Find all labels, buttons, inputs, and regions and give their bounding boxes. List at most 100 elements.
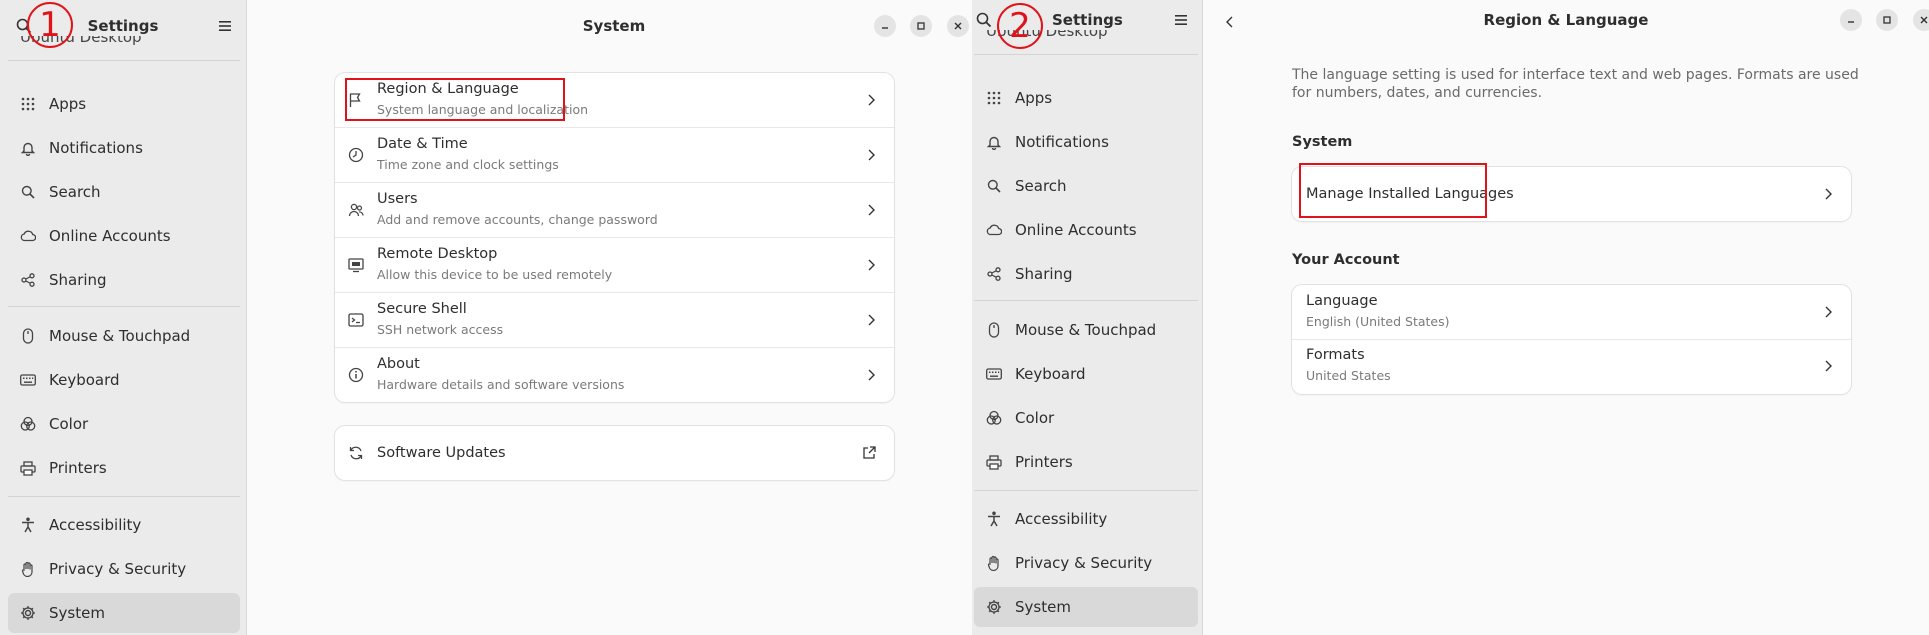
sidebar-item-notifications[interactable]: Notifications bbox=[974, 122, 1198, 162]
printer-icon bbox=[986, 454, 1002, 470]
maximize-button[interactable] bbox=[1876, 9, 1898, 31]
step-badge-1: 1 bbox=[27, 2, 73, 48]
sidebar-item-printers[interactable]: Printers bbox=[8, 448, 240, 488]
sidebar: Settings Ubuntu Desktop Apps Notificatio… bbox=[972, 0, 1203, 635]
sidebar-item-label: System bbox=[49, 604, 105, 622]
apps-grid-icon bbox=[20, 96, 36, 112]
divider bbox=[8, 60, 240, 61]
row-users[interactable]: Users Add and remove accounts, change pa… bbox=[335, 183, 894, 238]
sidebar-item-system[interactable]: System bbox=[974, 587, 1198, 627]
sidebar-item-sharing[interactable]: Sharing bbox=[8, 260, 240, 300]
your-account-card: Language English (United States) Formats… bbox=[1292, 285, 1851, 394]
chevron-right-icon bbox=[1823, 187, 1833, 201]
sidebar-item-search[interactable]: Search bbox=[8, 172, 240, 212]
search-icon bbox=[20, 184, 36, 200]
sidebar-item-label: Mouse & Touchpad bbox=[49, 327, 191, 345]
row-subtitle: Allow this device to be used remotely bbox=[377, 267, 613, 282]
sidebar-item-mouse-touchpad[interactable]: Mouse & Touchpad bbox=[974, 310, 1198, 350]
hamburger-menu-icon[interactable] bbox=[1174, 13, 1188, 27]
close-button[interactable] bbox=[1913, 9, 1929, 31]
divider bbox=[974, 54, 1198, 55]
sidebar-item-privacy-security[interactable]: Privacy & Security bbox=[8, 549, 240, 589]
keyboard-icon bbox=[20, 372, 36, 388]
sidebar-item-sharing[interactable]: Sharing bbox=[974, 254, 1198, 294]
chevron-right-icon bbox=[866, 368, 876, 382]
row-language[interactable]: Language English (United States) bbox=[1292, 285, 1851, 340]
section-label-your-account: Your Account bbox=[1292, 252, 1400, 268]
sidebar-item-label: Color bbox=[49, 415, 89, 433]
sidebar-item-system[interactable]: System bbox=[8, 593, 240, 633]
sidebar-item-keyboard[interactable]: Keyboard bbox=[974, 354, 1198, 394]
minimize-button[interactable] bbox=[874, 15, 896, 37]
row-about[interactable]: About Hardware details and software vers… bbox=[335, 348, 894, 403]
hand-icon bbox=[20, 561, 36, 577]
sidebar-item-label: Privacy & Security bbox=[1015, 554, 1153, 572]
row-formats[interactable]: Formats United States bbox=[1292, 339, 1851, 394]
step1-settings-window: Settings Ubuntu Desktop Apps Notificatio… bbox=[0, 0, 972, 635]
sidebar-item-label: Mouse & Touchpad bbox=[1015, 321, 1157, 339]
page-title: Region & Language bbox=[1483, 11, 1649, 29]
sidebar-item-keyboard[interactable]: Keyboard bbox=[8, 360, 240, 400]
sidebar-item-accessibility[interactable]: Accessibility bbox=[974, 499, 1198, 539]
sidebar-item-search[interactable]: Search bbox=[974, 166, 1198, 206]
section-label-system: System bbox=[1292, 134, 1353, 150]
software-updates-card: Software Updates bbox=[335, 426, 894, 480]
sidebar-item-label: Privacy & Security bbox=[49, 560, 187, 578]
hand-icon bbox=[986, 555, 1002, 571]
sidebar-item-label: Color bbox=[1015, 409, 1055, 427]
sidebar-item-apps[interactable]: Apps bbox=[974, 78, 1198, 118]
sidebar-item-mouse-touchpad[interactable]: Mouse & Touchpad bbox=[8, 316, 240, 356]
sidebar-title: Settings bbox=[1052, 11, 1123, 29]
sidebar-item-accessibility[interactable]: Accessibility bbox=[8, 505, 240, 545]
cloud-icon bbox=[986, 222, 1002, 238]
step2-settings-window: Settings Ubuntu Desktop Apps Notificatio… bbox=[972, 0, 1929, 635]
gear-icon bbox=[20, 605, 36, 621]
gear-icon bbox=[986, 599, 1002, 615]
row-title: Date & Time bbox=[377, 136, 468, 152]
sidebar-item-online-accounts[interactable]: Online Accounts bbox=[974, 210, 1198, 250]
accessibility-icon bbox=[20, 517, 36, 533]
chevron-right-icon bbox=[866, 313, 876, 327]
maximize-button[interactable] bbox=[910, 15, 932, 37]
row-title: Remote Desktop bbox=[377, 246, 498, 262]
row-remote-desktop[interactable]: Remote Desktop Allow this device to be u… bbox=[335, 238, 894, 293]
accessibility-icon bbox=[986, 511, 1002, 527]
sidebar-item-label: Online Accounts bbox=[49, 227, 171, 245]
minimize-button[interactable] bbox=[1840, 9, 1862, 31]
sidebar-item-privacy-security[interactable]: Privacy & Security bbox=[974, 543, 1198, 583]
sidebar-item-label: Search bbox=[49, 183, 101, 201]
sidebar-item-online-accounts[interactable]: Online Accounts bbox=[8, 216, 240, 256]
sidebar-item-label: Accessibility bbox=[1015, 510, 1108, 528]
printer-icon bbox=[20, 460, 36, 476]
keyboard-icon bbox=[986, 366, 1002, 382]
row-software-updates[interactable]: Software Updates bbox=[335, 426, 894, 480]
hamburger-menu-icon[interactable] bbox=[218, 19, 232, 33]
highlight-box-manage-installed-languages bbox=[1299, 163, 1487, 218]
sidebar-item-color[interactable]: Color bbox=[974, 398, 1198, 438]
clock-icon bbox=[348, 147, 364, 163]
terminal-icon bbox=[348, 312, 364, 328]
sidebar-item-label: Accessibility bbox=[49, 516, 142, 534]
row-date-time[interactable]: Date & Time Time zone and clock settings bbox=[335, 128, 894, 183]
row-subtitle: United States bbox=[1306, 368, 1391, 383]
users-icon bbox=[348, 202, 364, 218]
share-icon bbox=[20, 272, 36, 288]
color-icon bbox=[986, 410, 1002, 426]
sidebar-item-label: Printers bbox=[1015, 453, 1073, 471]
sidebar-item-label: Notifications bbox=[49, 139, 143, 157]
close-button[interactable] bbox=[947, 15, 969, 37]
row-title: Language bbox=[1306, 293, 1378, 309]
remote-desktop-icon bbox=[348, 257, 364, 273]
mouse-icon bbox=[20, 328, 36, 344]
sidebar-item-color[interactable]: Color bbox=[8, 404, 240, 444]
sidebar-item-apps[interactable]: Apps bbox=[8, 84, 240, 124]
search-icon[interactable] bbox=[976, 12, 992, 28]
row-title: Formats bbox=[1306, 347, 1365, 363]
row-secure-shell[interactable]: Secure Shell SSH network access bbox=[335, 293, 894, 348]
row-subtitle: Hardware details and software versions bbox=[377, 377, 625, 392]
sidebar-item-notifications[interactable]: Notifications bbox=[8, 128, 240, 168]
sidebar-item-printers[interactable]: Printers bbox=[974, 442, 1198, 482]
row-title: Users bbox=[377, 191, 418, 207]
search-icon bbox=[986, 178, 1002, 194]
page-description: The language setting is used for interfa… bbox=[1292, 67, 1859, 101]
